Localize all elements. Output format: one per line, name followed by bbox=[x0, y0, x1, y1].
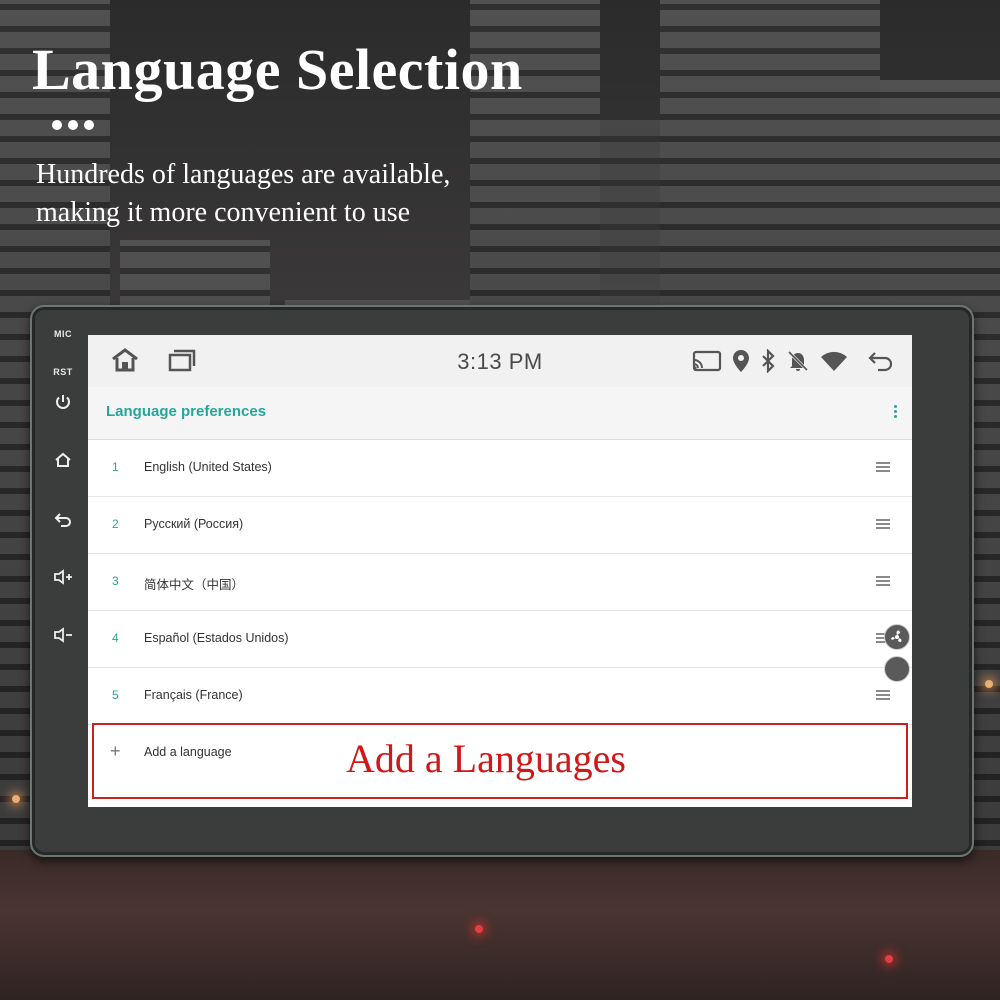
back-icon[interactable] bbox=[46, 511, 80, 527]
language-row[interactable]: 2 Русский (Россия) bbox=[88, 497, 912, 554]
drag-handle-icon[interactable] bbox=[876, 462, 890, 474]
more-options-icon[interactable] bbox=[894, 405, 898, 420]
volume-down-icon[interactable] bbox=[46, 627, 80, 643]
language-label: 简体中文（中国） bbox=[144, 578, 245, 592]
volume-up-icon[interactable] bbox=[46, 569, 80, 585]
drag-handle-icon[interactable] bbox=[876, 690, 890, 702]
language-row[interactable]: 4 Español (Estados Unidos) bbox=[88, 611, 912, 668]
language-order-number: 1 bbox=[112, 460, 119, 474]
language-order-number: 4 bbox=[112, 631, 119, 645]
language-label: English (United States) bbox=[144, 460, 272, 474]
add-language-callout: Add a Languages bbox=[346, 736, 626, 781]
drag-handle-icon[interactable] bbox=[876, 576, 890, 588]
app-bar: Language preferences bbox=[88, 387, 912, 440]
language-label: Русский (Россия) bbox=[144, 517, 244, 531]
subtitle-line-2: making it more convenient to use bbox=[36, 197, 411, 228]
decorative-dots bbox=[52, 120, 94, 130]
language-list: 1 English (United States) 2 Русский (Рос… bbox=[88, 440, 912, 799]
language-label: Español (Estados Unidos) bbox=[144, 631, 289, 645]
language-order-number: 3 bbox=[112, 574, 119, 588]
power-icon[interactable] bbox=[46, 393, 80, 411]
language-row[interactable]: 3 简体中文（中国） bbox=[88, 554, 912, 611]
language-order-number: 5 bbox=[112, 688, 119, 702]
status-bar: 3:13 PM bbox=[88, 335, 912, 387]
bluetooth-icon bbox=[760, 348, 776, 378]
cast-icon bbox=[692, 350, 722, 377]
mic-label: MIC bbox=[54, 329, 72, 339]
subtitle: Hundreds of languages are available, mak… bbox=[36, 156, 596, 232]
notifications-off-icon bbox=[786, 349, 810, 378]
location-icon bbox=[732, 349, 750, 378]
language-row[interactable]: 1 English (United States) bbox=[88, 440, 912, 497]
page-title: Language Selection bbox=[32, 37, 523, 102]
drag-handle-icon[interactable] bbox=[876, 519, 890, 531]
back-icon[interactable] bbox=[868, 350, 894, 377]
head-unit-device: MIC RST 3:13 PM Language preferences 1 E… bbox=[30, 305, 974, 857]
home-icon[interactable] bbox=[46, 452, 80, 468]
device-screen: 3:13 PM Language preferences 1 English (… bbox=[88, 335, 912, 807]
highlight-box: Add a Languages bbox=[92, 723, 908, 799]
page-header-title: Language preferences bbox=[106, 403, 267, 420]
wifi-icon bbox=[820, 350, 848, 377]
language-order-number: 2 bbox=[112, 517, 119, 531]
language-row[interactable]: 5 Français (France) bbox=[88, 668, 912, 725]
reset-button[interactable]: RST bbox=[46, 367, 80, 377]
subtitle-line-1: Hundreds of languages are available, bbox=[36, 159, 451, 190]
add-language-button[interactable]: + Add a language Add a Languages bbox=[88, 723, 912, 799]
floating-shortcut-icon[interactable] bbox=[884, 656, 910, 682]
floating-fan-icon[interactable] bbox=[884, 624, 910, 650]
language-label: Français (France) bbox=[144, 688, 243, 702]
